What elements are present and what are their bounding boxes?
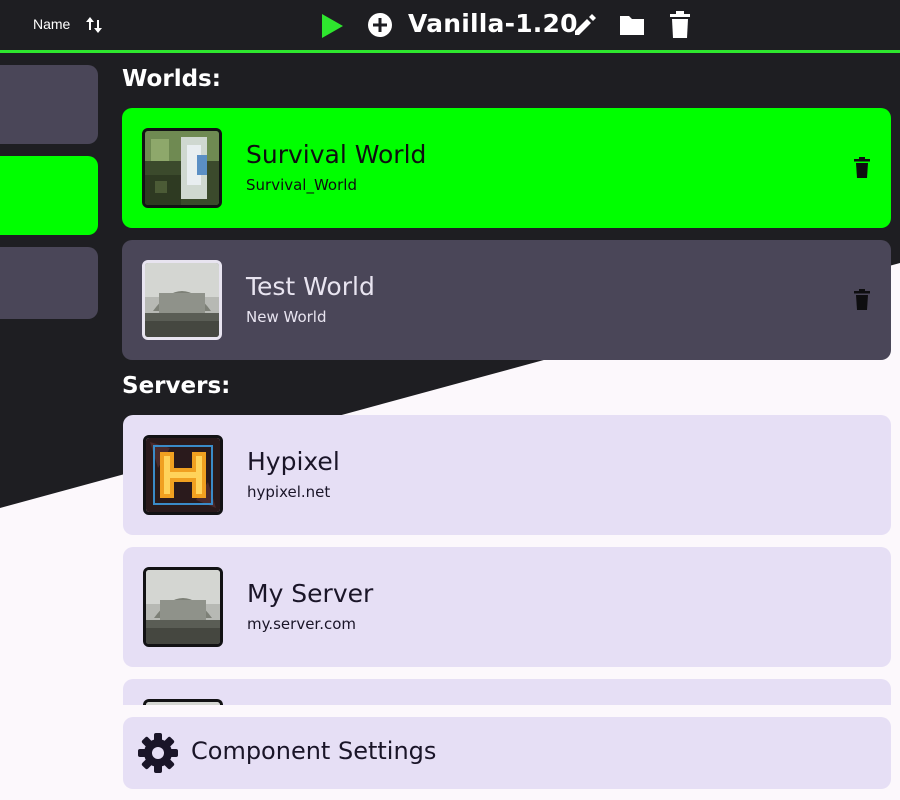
hypixel-logo-icon bbox=[143, 435, 223, 515]
gear-icon bbox=[138, 733, 178, 773]
world-thumbnail-icon bbox=[142, 260, 222, 340]
world-thumbnail-icon bbox=[142, 128, 222, 208]
pencil-icon[interactable] bbox=[572, 12, 598, 38]
sort-label[interactable]: Name bbox=[33, 16, 70, 32]
folder-icon[interactable] bbox=[618, 12, 646, 38]
server-card[interactable]: Hypixel hypixel.net bbox=[123, 415, 891, 535]
sidebar-tab[interactable] bbox=[0, 65, 98, 144]
world-folder: New World bbox=[246, 308, 327, 326]
trash-icon[interactable] bbox=[853, 157, 871, 179]
world-title: Test World bbox=[246, 272, 375, 301]
top-toolbar: Name Vanilla-1.20 bbox=[0, 0, 900, 53]
profile-title: Vanilla-1.20 bbox=[408, 9, 578, 38]
server-title: Hypixel bbox=[247, 447, 340, 476]
trash-icon[interactable] bbox=[853, 289, 871, 311]
component-settings-label: Component Settings bbox=[191, 737, 437, 765]
sidebar-tab-selected[interactable] bbox=[0, 156, 98, 235]
sidebar-tab[interactable] bbox=[0, 247, 98, 319]
worlds-heading: Worlds: bbox=[122, 66, 221, 92]
component-settings-button[interactable]: Component Settings bbox=[123, 717, 891, 789]
world-card-selected[interactable]: Survival World Survival_World bbox=[122, 108, 891, 228]
server-title: My Server bbox=[247, 579, 374, 608]
sort-arrows-icon[interactable] bbox=[85, 15, 103, 35]
world-card[interactable]: Test World New World bbox=[122, 240, 891, 360]
server-thumbnail-icon bbox=[143, 567, 223, 647]
add-circle-icon[interactable] bbox=[367, 12, 393, 38]
server-address: my.server.com bbox=[247, 615, 357, 633]
play-icon[interactable] bbox=[320, 13, 344, 39]
world-folder: Survival_World bbox=[246, 176, 357, 194]
server-card[interactable]: My Server my.server.com bbox=[123, 547, 891, 667]
servers-heading: Servers: bbox=[122, 373, 231, 399]
world-title: Survival World bbox=[246, 140, 427, 169]
server-address: hypixel.net bbox=[247, 483, 331, 501]
trash-icon[interactable] bbox=[668, 11, 692, 39]
